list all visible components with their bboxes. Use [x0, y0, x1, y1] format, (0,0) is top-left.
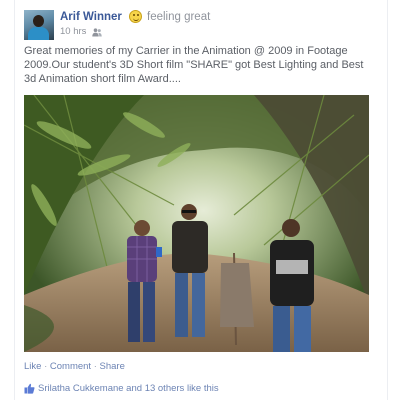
- post-card: Arif Winner feeling great 10 hrs · Great…: [14, 0, 388, 400]
- comment-link[interactable]: Comment: [50, 361, 91, 372]
- actions-separator: ·: [91, 361, 100, 372]
- post-photo[interactable]: [24, 95, 369, 352]
- meta-separator: ·: [83, 26, 87, 37]
- likes-summary: Srilatha Cukkemane and 13 others like th…: [24, 383, 219, 394]
- avatar[interactable]: [24, 10, 54, 40]
- avatar-head: [33, 15, 44, 27]
- liker-name-link[interactable]: Srilatha Cukkemane: [38, 383, 124, 394]
- feeling-text: feeling great: [147, 11, 211, 23]
- share-link[interactable]: Share: [100, 361, 125, 372]
- post-actions: Like · Comment · Share: [24, 361, 125, 372]
- likes-connector: and: [123, 383, 145, 395]
- thumbs-up-icon: [24, 383, 35, 394]
- like-link[interactable]: Like: [24, 361, 41, 372]
- likes-suffix: like this: [184, 383, 219, 395]
- photo-illustration: [24, 95, 369, 352]
- avatar-body: [28, 27, 49, 40]
- others-likers-link[interactable]: 13 others: [145, 383, 185, 394]
- friends-icon[interactable]: [92, 28, 102, 37]
- post-caption: Great memories of my Carrier in the Anim…: [24, 45, 364, 85]
- smiley-icon: [129, 10, 142, 23]
- author-name[interactable]: Arif Winner: [60, 11, 122, 23]
- actions-separator: ·: [41, 361, 50, 372]
